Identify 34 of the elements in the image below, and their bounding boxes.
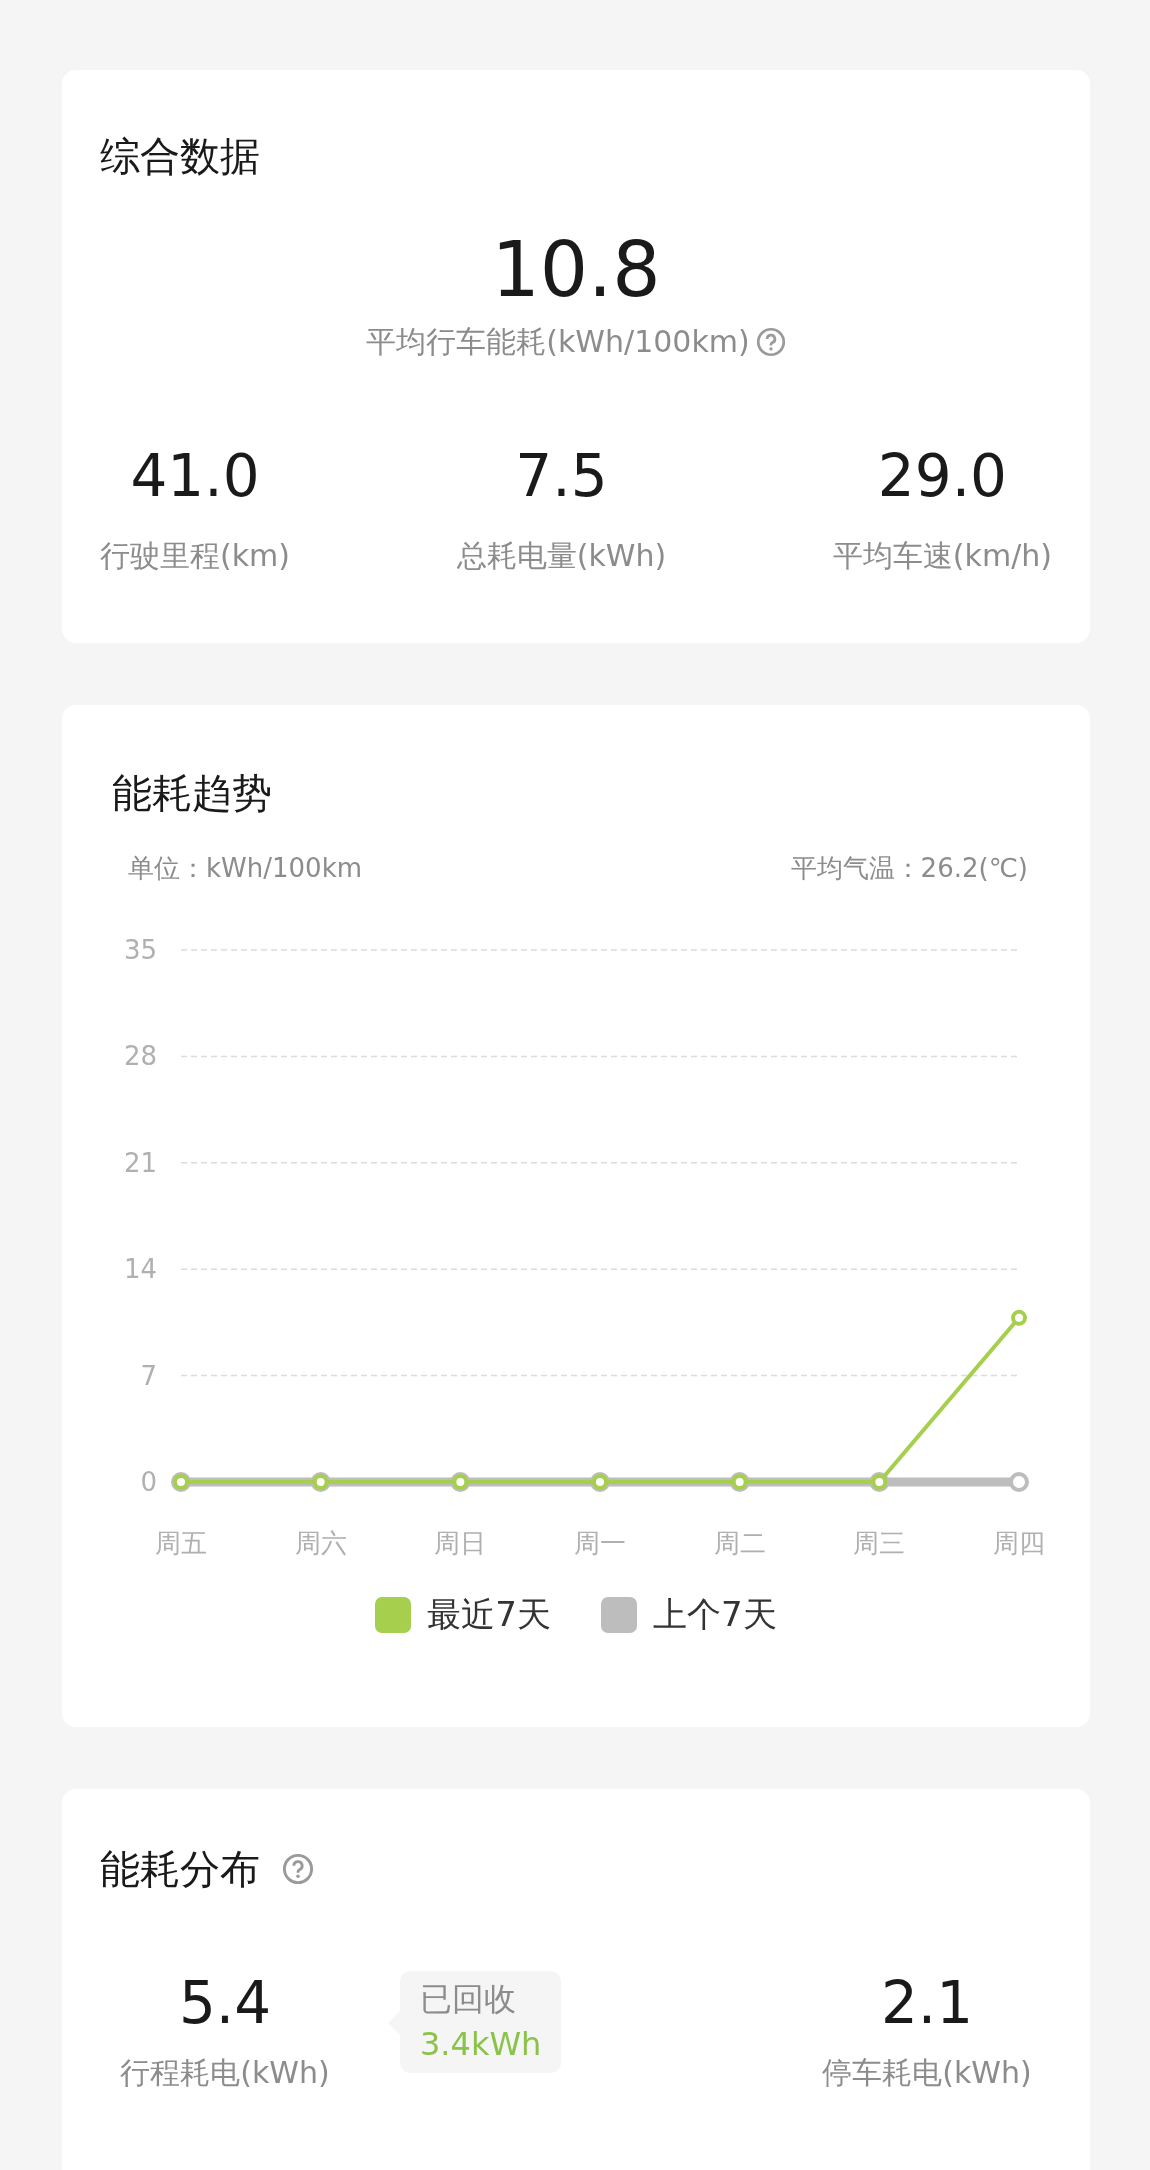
temperature-label: 平均气温：26.2(℃) — [790, 852, 1028, 885]
y-axis-label: 0 — [140, 1467, 157, 1497]
stat-label: 行程耗电(kWh) — [120, 2054, 330, 2092]
recovered-value: 3.4kWh — [420, 2024, 542, 2065]
legend-label: 最近7天 — [427, 1593, 551, 1636]
y-axis-label: 28 — [123, 1041, 157, 1072]
stat-value: 2.1 — [880, 1968, 974, 2039]
x-axis-label: 周三 — [853, 1528, 906, 1558]
y-axis-label: 7 — [140, 1360, 157, 1391]
stat-label: 总耗电量(kWh) — [456, 537, 667, 575]
recovered-label: 已回收 — [420, 1979, 517, 2020]
x-axis-label: 周日 — [434, 1528, 487, 1558]
x-axis-label: 周二 — [713, 1528, 766, 1558]
section-title: 能耗分布 — [100, 1845, 260, 1894]
legend-label: 上个7天 — [653, 1593, 777, 1636]
average-consumption-value: 10.8 — [491, 228, 661, 312]
stat-value: 41.0 — [130, 441, 260, 512]
y-axis-label: 21 — [123, 1147, 157, 1178]
stat-value: 29.0 — [877, 441, 1007, 512]
stat-label: 行驶里程(km) — [100, 537, 290, 575]
unit-label: 单位：kWh/100km — [128, 852, 362, 885]
x-axis-label: 周五 — [155, 1528, 207, 1558]
x-axis-label: 周一 — [574, 1528, 626, 1558]
y-axis-label: 14 — [123, 1254, 157, 1285]
section-title: 综合数据 — [100, 132, 261, 181]
section-title: 能耗趋势 — [112, 769, 273, 818]
average-consumption-label: 平均行车能耗(kWh/100km) — [366, 323, 750, 361]
x-axis-label: 周六 — [294, 1528, 347, 1558]
stat-value: 5.4 — [178, 1968, 272, 2039]
stat-label: 平均车速(km/h) — [832, 537, 1052, 575]
stat-label: 停车耗电(kWh) — [822, 2054, 1032, 2092]
y-axis-label: 35 — [123, 935, 157, 965]
stat-value: 7.5 — [515, 441, 608, 512]
x-axis-label: 周四 — [993, 1528, 1045, 1558]
